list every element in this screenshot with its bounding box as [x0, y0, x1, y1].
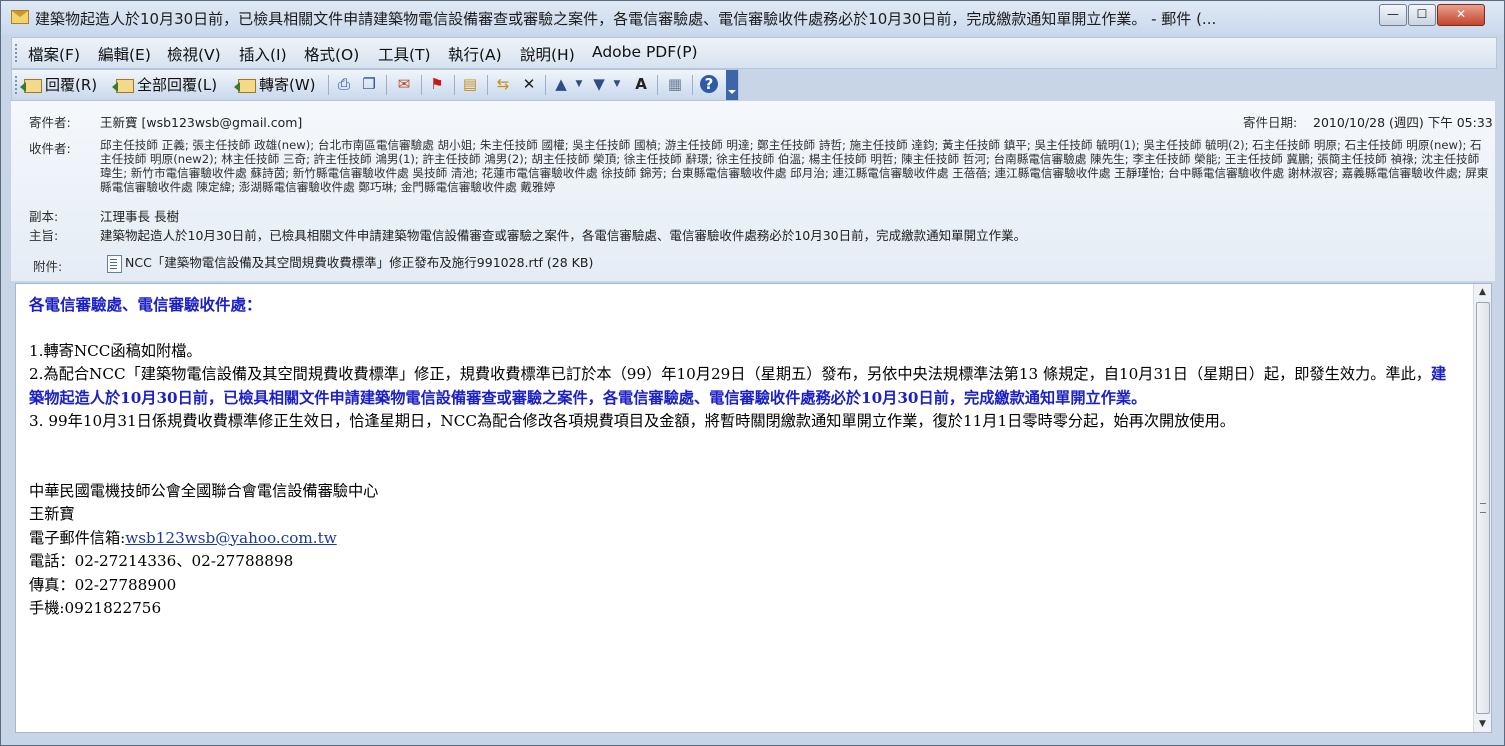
- signature-email-label: 電子郵件信箱:: [29, 528, 126, 547]
- menu-help[interactable]: 說明(H): [520, 43, 575, 65]
- toolbar-separator: [454, 75, 455, 95]
- menu-actions[interactable]: 執行(A): [448, 43, 502, 65]
- flag-icon[interactable]: ⚑: [428, 75, 446, 93]
- close-button[interactable]: ✕: [1437, 4, 1485, 26]
- attachment-item[interactable]: NCC「建築物電信設備及其空間規費收費標準」修正發布及施行991028.rtf …: [107, 252, 593, 273]
- message-body[interactable]: 各電信審驗處、電信審驗收件處： 1.轉寄NCC函稿如附檔。 2.為配合NCC「建…: [15, 283, 1492, 733]
- reply-all-button[interactable]: 全部回覆(L): [112, 74, 218, 96]
- signature: 中華民國電機技師公會全國聯合會電信設備審驗中心 王新寶 電子郵件信箱:wsb12…: [29, 480, 1459, 621]
- up-icon[interactable]: ▲: [552, 75, 570, 93]
- reply-button[interactable]: 回覆(R): [20, 74, 98, 96]
- attachment-name: NCC「建築物電信設備及其空間規費收費標準」修正發布及施行991028.rtf …: [125, 255, 594, 270]
- subject-label: 主旨:: [29, 228, 59, 243]
- signature-org: 中華民國電機技師公會全國聯合會電信設備審驗中心: [29, 481, 379, 500]
- menu-format[interactable]: 格式(O): [304, 43, 359, 65]
- down-icon[interactable]: ▼: [590, 75, 608, 93]
- help-icon[interactable]: ?: [700, 75, 718, 93]
- menu-tools[interactable]: 工具(T): [378, 43, 431, 65]
- toolbar-options-button[interactable]: [726, 70, 738, 100]
- cc-label: 副本:: [29, 209, 59, 224]
- date-label: 寄件日期:: [1243, 115, 1298, 130]
- from-label: 寄件者:: [29, 115, 71, 130]
- menu-insert[interactable]: 插入(I): [239, 43, 287, 65]
- chevron-down-icon[interactable]: ▼: [608, 75, 626, 93]
- paragraph-2-text: 2.為配合NCC「建築物電信設備及其空間規費收費標準」修正，規費收費標準已訂於本…: [29, 365, 1431, 383]
- chevron-down-icon[interactable]: ▼: [570, 75, 588, 93]
- toolbar-separator: [692, 75, 693, 95]
- menu-bar: 檔案(F) 編輯(E) 檢視(V) 插入(I) 格式(O) 工具(T) 執行(A…: [11, 37, 1497, 69]
- greeting: 各電信審驗處、電信審驗收件處：: [29, 296, 262, 314]
- paragraph-3: 3. 99年10月31日係規費收費標準修正生效日，恰逢星期日，NCC為配合修改各…: [29, 412, 1235, 430]
- folder-icon[interactable]: ▤: [461, 75, 479, 93]
- message-text: 各電信審驗處、電信審驗收件處： 1.轉寄NCC函稿如附檔。 2.為配合NCC「建…: [29, 294, 1459, 621]
- reply-all-icon: [112, 78, 134, 93]
- menu-view[interactable]: 檢視(V): [167, 43, 221, 65]
- forward-label: 轉寄(W): [259, 76, 316, 94]
- toolbar-separator: [328, 75, 329, 95]
- forward-icon: [234, 78, 256, 93]
- mail-icon[interactable]: ✉: [395, 75, 413, 93]
- window-title: 建築物起造人於10月30日前，已檢具相關文件申請建築物電信設備審查或審驗之案件，…: [35, 10, 1217, 28]
- scroll-up-icon[interactable]: ▲: [1474, 284, 1491, 300]
- addressbook-icon[interactable]: ▦: [666, 75, 684, 93]
- attachment-label: 附件:: [33, 259, 63, 274]
- to-label: 收件者:: [29, 141, 71, 156]
- font-size-icon[interactable]: A: [632, 75, 650, 93]
- signature-email-link[interactable]: wsb123wsb@yahoo.com.tw: [125, 529, 336, 547]
- reply-label: 回覆(R): [45, 76, 98, 94]
- document-icon: [107, 254, 122, 273]
- reply-all-label: 全部回覆(L): [137, 76, 218, 94]
- forward-button[interactable]: 轉寄(W): [234, 74, 316, 96]
- copy-icon[interactable]: ❐: [360, 75, 378, 93]
- vertical-scrollbar[interactable]: ▲ ▼: [1473, 284, 1491, 732]
- toolbar-separator: [386, 75, 387, 95]
- signature-name: 王新寶: [29, 505, 75, 523]
- menu-adobe-pdf[interactable]: Adobe PDF(P): [592, 43, 698, 61]
- subject-value: 建築物起造人於10月30日前，已檢具相關文件申請建築物電信設備審查或審驗之案件，…: [100, 228, 1027, 243]
- toolbar-separator: [421, 75, 422, 95]
- delete-icon[interactable]: ✕: [520, 75, 538, 93]
- signature-mobile: 手機:0921822756: [29, 599, 162, 617]
- menu-file[interactable]: 檔案(F): [28, 43, 80, 65]
- signature-fax: 傳真：02-27788900: [29, 575, 177, 594]
- move-icon[interactable]: ⇆: [494, 75, 512, 93]
- paragraph-1: 1.轉寄NCC函稿如附檔。: [29, 341, 202, 360]
- scroll-grip-icon: [1480, 503, 1486, 513]
- standard-toolbar: 回覆(R) 全部回覆(L) 轉寄(W) ⎙ ❐ ✉ ⚑ ▤ ⇆ ✕ ▲ ▼ ▼ …: [11, 69, 739, 101]
- paragraph-2: 2.為配合NCC「建築物電信設備及其空間規費收費標準」修正，規費收費標準已訂於本…: [29, 363, 1459, 410]
- menu-grip-icon[interactable]: [15, 44, 20, 62]
- minimize-button[interactable]: —: [1379, 4, 1407, 26]
- date-value: 2010/10/28 (週四) 下午 05:33: [1313, 115, 1493, 130]
- reply-icon: [20, 78, 42, 93]
- toolbar-separator: [487, 75, 488, 95]
- scroll-down-icon[interactable]: ▼: [1474, 716, 1491, 732]
- cc-value[interactable]: 江理事長 長樹: [100, 206, 179, 225]
- toolbar-separator: [657, 75, 658, 95]
- maximize-button[interactable]: ☐: [1408, 4, 1436, 26]
- print-icon[interactable]: ⎙: [335, 75, 353, 93]
- from-value[interactable]: 王新寶 [wsb123wsb@gmail.com]: [100, 112, 302, 131]
- signature-email-line: 電子郵件信箱:wsb123wsb@yahoo.com.tw: [29, 527, 1459, 551]
- toolbar-separator: [545, 75, 546, 95]
- message-header: 寄件者: 王新寶 [wsb123wsb@gmail.com] 寄件日期: 201…: [11, 101, 1495, 281]
- menu-edit[interactable]: 編輯(E): [98, 43, 151, 65]
- to-recipients[interactable]: 邱主任技師 正義; 張主任技師 政雄(new); 台北市南區電信審驗處 胡小姐;…: [100, 138, 1490, 194]
- signature-phone: 電話：02-27214336、02-27788898: [29, 552, 294, 570]
- mail-window: 建築物起造人於10月30日前，已檢具相關文件申請建築物電信設備審查或審驗之案件，…: [0, 0, 1505, 746]
- scroll-thumb[interactable]: [1476, 302, 1490, 714]
- title-bar[interactable]: 建築物起造人於10月30日前，已檢具相關文件申請建築物電信設備審查或審驗之案件，…: [1, 1, 1504, 35]
- mail-icon: [11, 10, 29, 24]
